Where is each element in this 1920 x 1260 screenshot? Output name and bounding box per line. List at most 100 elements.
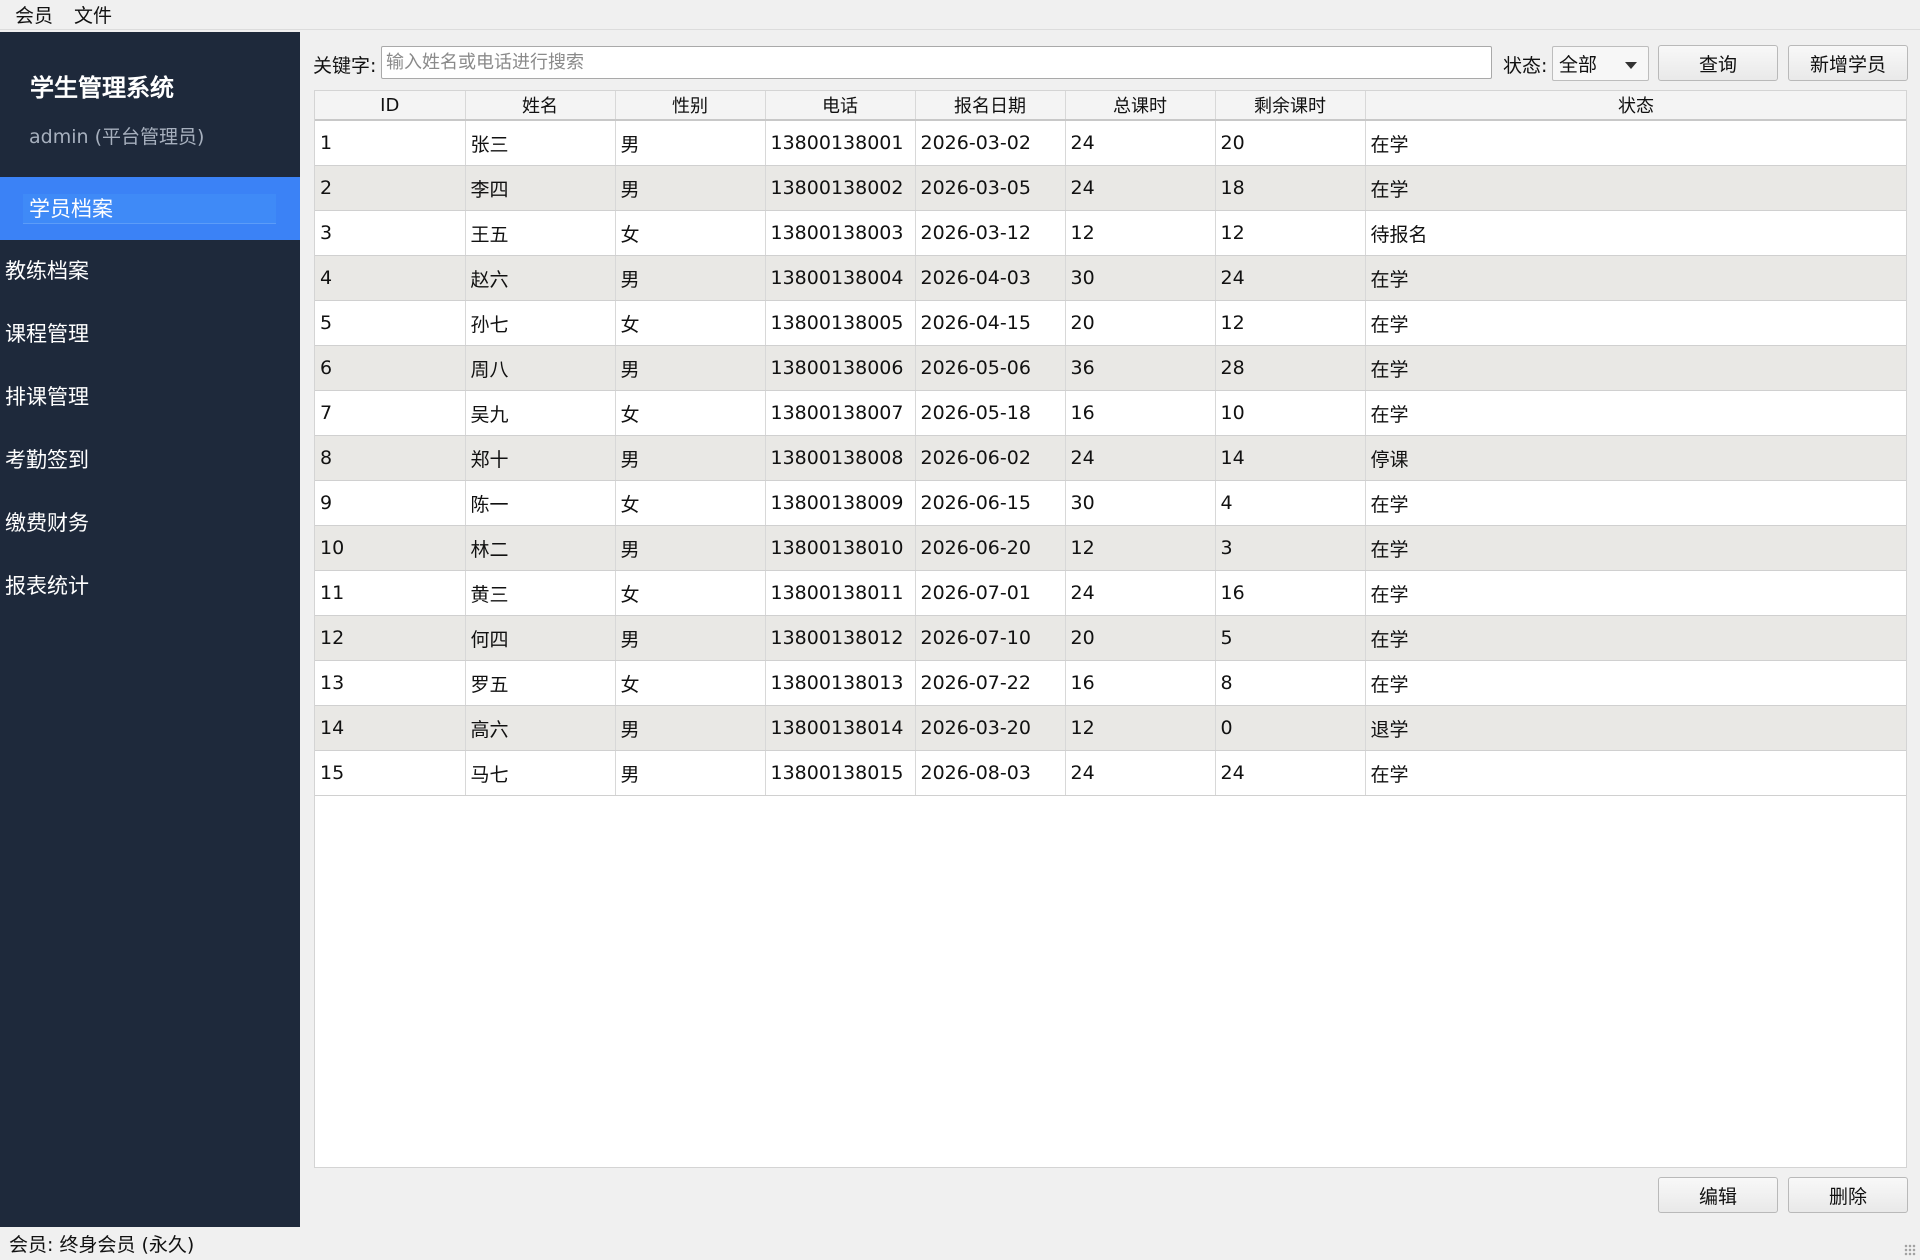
table-row[interactable]: 9 陈一女 13800138009 2026-06-15 30 4 在学 bbox=[315, 480, 1906, 526]
sidebar-item-finance[interactable]: 缴费财务 bbox=[0, 492, 300, 555]
table-cell: 24 bbox=[1065, 120, 1216, 166]
table-cell: 13800138012 bbox=[765, 615, 916, 661]
table-cell: 2026-06-20 bbox=[915, 525, 1066, 571]
table-cell: 男 bbox=[615, 345, 766, 391]
table-cell: 退学 bbox=[1365, 705, 1906, 751]
table-cell: 男 bbox=[615, 705, 766, 751]
table-cell: 孙七 bbox=[465, 300, 616, 346]
table-cell: 张三 bbox=[465, 120, 616, 166]
table-cell: 14 bbox=[315, 705, 466, 751]
table-row[interactable]: 8 郑十男 13800138008 2026-06-02 24 14 停课 bbox=[315, 435, 1906, 481]
table-cell: 女 bbox=[615, 480, 766, 526]
table-cell: 6 bbox=[315, 345, 466, 391]
table-cell: 黄三 bbox=[465, 570, 616, 616]
students-table: ID 姓名 性别 电话 报名日期 总课时 剩余课时 状态 1 张三男 13800138001 202… bbox=[314, 90, 1907, 1168]
table-cell: 男 bbox=[615, 750, 766, 796]
status-filter-select[interactable]: 全部 bbox=[1552, 46, 1649, 81]
column-header[interactable]: 姓名 bbox=[465, 91, 616, 121]
table-cell: 2 bbox=[315, 165, 466, 211]
delete-button[interactable]: 删除 bbox=[1788, 1177, 1908, 1213]
table-cell: 13800138009 bbox=[765, 480, 916, 526]
table-cell: 2026-07-01 bbox=[915, 570, 1066, 616]
menu-file[interactable]: 文件 bbox=[64, 1, 123, 28]
table-cell: 16 bbox=[1215, 570, 1366, 616]
table-row[interactable]: 12 何四男 13800138012 2026-07-10 20 5 在学 bbox=[315, 615, 1906, 661]
table-cell: 男 bbox=[615, 120, 766, 166]
table-cell: 13800138001 bbox=[765, 120, 916, 166]
column-header[interactable]: ID bbox=[315, 91, 466, 121]
table-cell: 2026-03-02 bbox=[915, 120, 1066, 166]
column-header[interactable]: 电话 bbox=[765, 91, 916, 121]
table-cell: 30 bbox=[1065, 480, 1216, 526]
table-cell: 2026-03-20 bbox=[915, 705, 1066, 751]
table-cell: 2026-03-05 bbox=[915, 165, 1066, 211]
table-cell: 13800138005 bbox=[765, 300, 916, 346]
table-row[interactable]: 7 吴九女 13800138007 2026-05-18 16 10 在学 bbox=[315, 390, 1906, 436]
table-row[interactable]: 1 张三男 13800138001 2026-03-02 24 20 在学 bbox=[315, 120, 1906, 166]
table-row[interactable]: 5 孙七女 13800138005 2026-04-15 20 12 在学 bbox=[315, 300, 1906, 346]
table-row[interactable]: 2 李四男 13800138002 2026-03-05 24 18 在学 bbox=[315, 165, 1906, 211]
table-cell: 13800138010 bbox=[765, 525, 916, 571]
table-cell: 在学 bbox=[1365, 750, 1906, 796]
table-cell: 24 bbox=[1065, 750, 1216, 796]
table-cell: 在学 bbox=[1365, 570, 1906, 616]
table-row[interactable]: 6 周八男 13800138006 2026-05-06 36 28 在学 bbox=[315, 345, 1906, 391]
table-cell: 陈一 bbox=[465, 480, 616, 526]
table-row[interactable]: 15 马七男 13800138015 2026-08-03 24 24 在学 bbox=[315, 750, 1906, 796]
table-cell: 在学 bbox=[1365, 255, 1906, 301]
column-header[interactable]: 报名日期 bbox=[915, 91, 1066, 121]
table-cell: 在学 bbox=[1365, 660, 1906, 706]
resize-grip-icon[interactable] bbox=[1904, 1244, 1916, 1256]
table-cell: 待报名 bbox=[1365, 210, 1906, 256]
table-cell: 14 bbox=[1215, 435, 1366, 481]
column-header[interactable]: 总课时 bbox=[1065, 91, 1216, 121]
column-header[interactable]: 性别 bbox=[615, 91, 766, 121]
table-cell: 13800138002 bbox=[765, 165, 916, 211]
table-cell: 女 bbox=[615, 570, 766, 616]
table-cell: 15 bbox=[315, 750, 466, 796]
table-row[interactable]: 13 罗五女 13800138013 2026-07-22 16 8 在学 bbox=[315, 660, 1906, 706]
keyword-label: 关键字: bbox=[313, 55, 377, 77]
menu-member[interactable]: 会员 bbox=[0, 1, 64, 28]
sidebar-item-students[interactable]: 学员档案 bbox=[0, 177, 300, 240]
table-cell: 3 bbox=[1215, 525, 1366, 571]
column-header[interactable]: 状态 bbox=[1365, 91, 1906, 121]
table-cell: 在学 bbox=[1365, 525, 1906, 571]
sidebar-item-scheduling[interactable]: 排课管理 bbox=[0, 366, 300, 429]
status-bar: 会员: 终身会员 (永久) bbox=[0, 1227, 1920, 1260]
app-title: 学生管理系统 bbox=[30, 74, 174, 102]
table-cell: 5 bbox=[315, 300, 466, 346]
sidebar-item-courses[interactable]: 课程管理 bbox=[0, 303, 300, 366]
menu-bar: 会员 文件 bbox=[0, 0, 1920, 30]
table-cell: 13800138003 bbox=[765, 210, 916, 256]
table-cell: 在学 bbox=[1365, 120, 1906, 166]
table-row[interactable]: 10 林二男 13800138010 2026-06-20 12 3 在学 bbox=[315, 525, 1906, 571]
query-button[interactable]: 查询 bbox=[1658, 45, 1778, 81]
table-cell: 男 bbox=[615, 435, 766, 481]
table-row[interactable]: 14 高六男 13800138014 2026-03-20 12 0 退学 bbox=[315, 705, 1906, 751]
table-cell: 王五 bbox=[465, 210, 616, 256]
sidebar-nav: 学员档案 教练档案 课程管理 排课管理 考勤签到 缴费财务 报表统计 bbox=[0, 177, 300, 618]
table-cell: 5 bbox=[1215, 615, 1366, 661]
membership-status: 会员: 终身会员 (永久) bbox=[9, 1234, 195, 1256]
table-row[interactable]: 3 王五女 13800138003 2026-03-12 12 12 待报名 bbox=[315, 210, 1906, 256]
table-cell: 男 bbox=[615, 165, 766, 211]
table-row[interactable]: 11 黄三女 13800138011 2026-07-01 24 16 在学 bbox=[315, 570, 1906, 616]
table-cell: 2026-05-06 bbox=[915, 345, 1066, 391]
edit-button[interactable]: 编辑 bbox=[1658, 1177, 1778, 1213]
table-cell: 20 bbox=[1215, 120, 1366, 166]
table-cell: 10 bbox=[1215, 390, 1366, 436]
search-input[interactable] bbox=[381, 46, 1492, 79]
add-student-button[interactable]: 新增学员 bbox=[1788, 45, 1908, 81]
table-cell: 24 bbox=[1065, 165, 1216, 211]
sidebar-item-attendance[interactable]: 考勤签到 bbox=[0, 429, 300, 492]
table-row[interactable]: 4 赵六男 13800138004 2026-04-03 30 24 在学 bbox=[315, 255, 1906, 301]
sidebar-item-reports[interactable]: 报表统计 bbox=[0, 555, 300, 618]
table-cell: 2026-07-10 bbox=[915, 615, 1066, 661]
column-header[interactable]: 剩余课时 bbox=[1215, 91, 1366, 121]
table-cell: 女 bbox=[615, 660, 766, 706]
table-cell: 13800138008 bbox=[765, 435, 916, 481]
sidebar-item-coaches[interactable]: 教练档案 bbox=[0, 240, 300, 303]
table-cell: 16 bbox=[1065, 390, 1216, 436]
table-cell: 男 bbox=[615, 255, 766, 301]
